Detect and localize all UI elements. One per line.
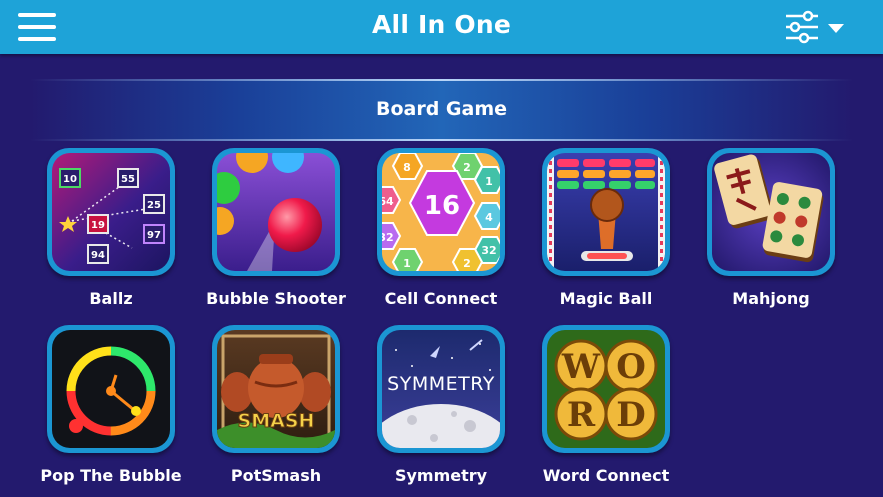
icon-frame	[212, 148, 340, 276]
ballz-number: 10	[63, 174, 77, 185]
app-title: All In One	[372, 10, 511, 39]
cell-number: 64	[382, 195, 394, 208]
ballz-number: 55	[121, 174, 135, 185]
cell-number-main: 16	[424, 191, 460, 221]
cell-number: 4	[485, 211, 493, 224]
icon-frame	[542, 148, 670, 276]
game-tile-potsmash[interactable]: SMASH PotSmash	[182, 325, 342, 495]
game-label: Symmetry	[394, 466, 488, 485]
cell-number: 32	[382, 231, 394, 244]
ballz-number: 94	[91, 250, 105, 261]
game-label: Mahjong	[732, 289, 810, 308]
potsmash-icon: SMASH	[217, 330, 335, 448]
ballz-number: 25	[147, 200, 161, 211]
ballz-number: 19	[91, 220, 105, 231]
section-banner: Board Game	[30, 79, 853, 141]
game-tile-word-connect[interactable]: W O R D Word Connect	[512, 325, 672, 495]
game-tile-ballz[interactable]: 10 55 25 19 97 94 Ballz	[17, 148, 177, 318]
game-tile-magic-ball[interactable]: Magic Ball	[512, 148, 672, 318]
game-label: Ballz	[89, 289, 133, 308]
section-title: Board Game	[375, 98, 508, 120]
bubble-shooter-icon	[217, 153, 335, 271]
icon-frame: 10 55 25 19 97 94	[47, 148, 175, 276]
game-label: Cell Connect	[384, 289, 498, 308]
ballz-number: 97	[147, 230, 161, 241]
symmetry-icon: SYMMETRY	[382, 330, 500, 448]
cell-number: 32	[481, 244, 496, 257]
magic-ball-icon	[547, 153, 665, 271]
game-tile-cell-connect[interactable]: 16 8 2 1 4 32 64 1 2 32 Cell Connect	[347, 148, 507, 318]
game-tile-symmetry[interactable]: SYMMETRY Symmetry	[347, 325, 507, 495]
game-label: Magic Ball	[559, 289, 653, 308]
game-tile-pop-the-bubble[interactable]: Pop The Bubble	[17, 325, 182, 495]
cell-number: 8	[403, 161, 411, 174]
caret-down-icon	[828, 24, 844, 33]
icon-frame: W O R D	[542, 325, 670, 453]
sliders-icon	[786, 10, 844, 44]
cell-number: 2	[463, 257, 471, 270]
word-letter: D	[616, 395, 645, 435]
icon-frame	[707, 148, 835, 276]
symmetry-logo: SYMMETRY	[387, 373, 495, 395]
pop-the-bubble-icon	[52, 330, 170, 448]
cell-number: 1	[485, 175, 493, 188]
game-tile-bubble-shooter[interactable]: Bubble Shooter	[182, 148, 346, 318]
potsmash-logo: SMASH	[238, 410, 315, 432]
cell-connect-icon: 16 8 2 1 4 32 64 1 2 32	[382, 153, 500, 271]
game-label: PotSmash	[230, 466, 322, 485]
game-tile-mahjong[interactable]: Mahjong	[677, 148, 837, 318]
game-label: Bubble Shooter	[206, 289, 346, 308]
game-label: Pop The Bubble	[40, 466, 182, 485]
word-letter: W	[561, 347, 601, 387]
cell-number: 1	[403, 257, 411, 270]
word-letter: R	[567, 395, 596, 435]
ballz-icon: 10 55 25 19 97 94	[52, 153, 170, 271]
icon-frame: SYMMETRY	[377, 325, 505, 453]
cell-number: 2	[463, 161, 471, 174]
top-bar: All In One	[0, 0, 883, 54]
icon-frame	[47, 325, 175, 453]
word-connect-icon: W O R D	[547, 330, 665, 448]
word-letter: O	[616, 347, 646, 387]
icon-frame: 16 8 2 1 4 32 64 1 2 32	[377, 148, 505, 276]
game-label: Word Connect	[542, 466, 670, 485]
icon-frame: SMASH	[212, 325, 340, 453]
filter-button[interactable]	[784, 10, 850, 44]
mahjong-icon	[712, 153, 830, 271]
